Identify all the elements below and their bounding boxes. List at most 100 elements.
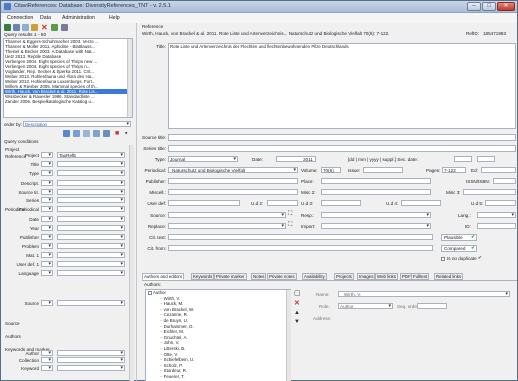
minimize-button[interactable]: –	[467, 2, 481, 11]
tab-authors-and-editors[interactable]: Authors and editors	[142, 273, 185, 280]
tree-scrollbar[interactable]	[286, 290, 291, 381]
binoculars-icon-2[interactable]: ⛶	[288, 222, 292, 229]
condition-value-select[interactable]	[57, 189, 125, 195]
condition-operator-select[interactable]	[41, 161, 53, 167]
condition-value-select[interactable]	[57, 197, 125, 203]
sec-date-field[interactable]	[454, 156, 472, 162]
miscell-field[interactable]	[168, 189, 298, 195]
binoculars-icon[interactable]: ⛶	[288, 211, 292, 218]
condition-value-select[interactable]	[57, 216, 125, 222]
maximize-button[interactable]: □	[482, 2, 496, 11]
misc3-field[interactable]	[463, 189, 516, 195]
condition-operator-select[interactable]	[41, 261, 53, 267]
move-down-icon[interactable]: ▼	[294, 319, 300, 325]
condition-value-select[interactable]	[57, 270, 125, 276]
condition-value-select[interactable]	[57, 180, 125, 186]
ud5-field[interactable]	[485, 200, 516, 206]
condition-operator-select[interactable]	[41, 270, 53, 276]
save-icon[interactable]	[13, 24, 20, 31]
role-select[interactable]: Author	[338, 303, 393, 309]
tab-availability[interactable]: Availability	[302, 273, 327, 280]
list-item[interactable]: Zander 2006. Bespielkatalogische Katalog…	[4, 99, 132, 104]
tab-private-marker[interactable]: Private marker	[214, 273, 247, 280]
remove-icon[interactable]: ■	[115, 130, 122, 137]
condition-operator-select[interactable]	[41, 350, 53, 356]
ud4-field[interactable]	[401, 200, 441, 206]
condition-operator-select[interactable]	[41, 365, 53, 371]
pages-field[interactable]: 7-122	[442, 167, 466, 173]
resp-select[interactable]	[321, 212, 431, 218]
tab-projects[interactable]: Projects	[334, 273, 354, 280]
search-icon[interactable]	[4, 24, 11, 31]
image-icon[interactable]	[51, 24, 58, 31]
tab-related-links[interactable]: Related links	[434, 273, 464, 280]
tab-images[interactable]: Images	[357, 273, 376, 280]
place-field[interactable]	[321, 178, 431, 184]
issue-field[interactable]	[363, 167, 403, 173]
ud2-field[interactable]	[267, 200, 298, 206]
condition-operator-select[interactable]	[41, 300, 53, 306]
menu-help[interactable]: Help	[109, 15, 120, 21]
add-author-icon[interactable]: ▢	[294, 289, 301, 297]
grid-icon[interactable]	[61, 24, 68, 31]
condition-value-select[interactable]	[57, 206, 125, 212]
seq-order-field[interactable]	[417, 303, 447, 309]
copy-icon[interactable]	[31, 24, 38, 31]
condition-operator-select[interactable]	[41, 152, 53, 158]
condition-value-select[interactable]	[57, 234, 125, 240]
close-button[interactable]: ✕	[497, 2, 515, 11]
condition-value-select[interactable]	[57, 300, 125, 306]
source-title-field[interactable]	[168, 134, 516, 141]
condition-value-select[interactable]	[57, 243, 125, 249]
condition-operator-select[interactable]	[41, 234, 53, 240]
condition-operator-select[interactable]	[41, 216, 53, 222]
tab-fulltext[interactable]: Fulltext	[411, 273, 430, 280]
expand-icon[interactable]	[148, 290, 152, 295]
ed-field[interactable]	[481, 167, 516, 173]
type-select[interactable]: Journal	[168, 156, 238, 162]
arrow-down-icon[interactable]	[83, 130, 90, 137]
import-select[interactable]	[321, 223, 431, 229]
condition-operator-select[interactable]	[41, 180, 53, 186]
id-field[interactable]	[477, 223, 516, 229]
tab-web-links[interactable]: Web links	[375, 273, 398, 280]
remove-author-icon[interactable]: ✕	[294, 299, 300, 307]
compared-check[interactable]: Compared ✔	[441, 245, 477, 252]
condition-operator-select[interactable]	[41, 243, 53, 249]
condition-value-select[interactable]	[57, 225, 125, 231]
title-field[interactable]: Rote Liste und Artenverzeichnis der Flec…	[168, 43, 516, 129]
list-icon[interactable]	[93, 130, 100, 137]
delete-icon[interactable]: ✕	[41, 24, 48, 32]
reference-list[interactable]: Thanner & Eggers-Schuhmacher 2003. Verze…	[3, 38, 133, 118]
ud3-field[interactable]	[321, 200, 361, 206]
menu-data[interactable]: Data	[40, 15, 51, 21]
move-up-icon[interactable]: ▲	[294, 310, 300, 316]
author-item[interactable]: – Feuerer, T.	[146, 374, 290, 380]
condition-value-select[interactable]	[57, 365, 125, 371]
condition-value-select[interactable]	[57, 252, 125, 258]
new-icon[interactable]	[22, 24, 29, 31]
cit-from-field[interactable]	[168, 245, 433, 251]
source-select[interactable]	[168, 212, 286, 218]
isbn-field[interactable]	[493, 178, 516, 184]
user-def-field[interactable]	[168, 200, 240, 206]
condition-value-select[interactable]	[57, 350, 125, 356]
condition-operator-select[interactable]	[41, 206, 53, 212]
condition-operator-select[interactable]	[41, 170, 53, 176]
duplicate-checkbox[interactable]	[441, 257, 445, 261]
misc2-field[interactable]	[321, 189, 431, 195]
condition-value-select[interactable]	[57, 161, 125, 167]
condition-value-select[interactable]	[57, 170, 125, 176]
condition-operator-select[interactable]	[41, 252, 53, 258]
sort-icon[interactable]	[73, 130, 80, 137]
condition-value-select[interactable]	[57, 357, 125, 363]
publisher-field[interactable]	[168, 178, 298, 184]
filter-icon[interactable]	[63, 130, 70, 137]
menu-administration[interactable]: Administration	[62, 15, 95, 21]
lang-select[interactable]	[477, 212, 516, 218]
condition-operator-select[interactable]	[41, 225, 53, 231]
periodical-select[interactable]: Naturschutz und Biologische Vielfalt	[168, 167, 298, 173]
condition-operator-select[interactable]	[41, 189, 53, 195]
add-icon[interactable]: ▪	[125, 130, 132, 137]
volume-field[interactable]: 70(6)	[321, 167, 341, 173]
